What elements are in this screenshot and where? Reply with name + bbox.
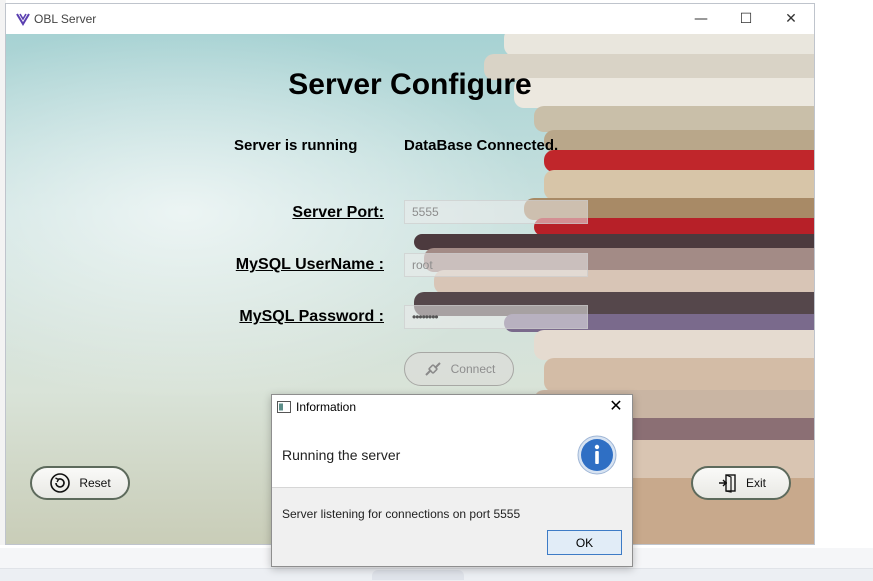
reset-button[interactable]: Reset xyxy=(30,466,130,500)
window-title: OBL Server xyxy=(34,12,97,26)
minimize-button[interactable]: — xyxy=(678,4,724,34)
close-button[interactable]: ✕ xyxy=(768,4,814,34)
server-port-input[interactable]: 5555 xyxy=(404,200,588,224)
mysql-password-input[interactable]: •••••••• xyxy=(404,305,588,329)
database-status-text: DataBase Connected. xyxy=(404,137,559,154)
dialog-header-text: Running the server xyxy=(282,447,401,463)
ok-button[interactable]: OK xyxy=(547,530,622,555)
page-title: Server Configure xyxy=(288,68,532,101)
mysql-username-label: MySQL UserName : xyxy=(235,256,384,273)
maximize-button[interactable]: ☐ xyxy=(723,4,769,34)
mysql-password-label: MySQL Password : xyxy=(239,308,384,325)
dialog-close-button[interactable]: ✕ xyxy=(606,397,626,417)
dialog-title-bar[interactable]: Information ✕ xyxy=(272,395,632,420)
title-bar[interactable]: OBL Server — ☐ ✕ xyxy=(6,4,814,34)
server-status-text: Server is running xyxy=(234,137,358,154)
exit-door-icon xyxy=(718,474,736,493)
window-icon xyxy=(277,401,291,413)
plug-icon xyxy=(424,362,441,376)
taskbar-item[interactable] xyxy=(372,570,464,580)
connect-label: Connect xyxy=(450,362,496,376)
exit-label: Exit xyxy=(745,476,766,490)
dialog-header-area: Running the server xyxy=(272,420,632,488)
server-port-label: Server Port: xyxy=(292,204,384,221)
connect-button[interactable]: Connect xyxy=(404,352,514,386)
exit-button[interactable]: Exit xyxy=(691,466,791,500)
reset-icon xyxy=(50,473,71,493)
app-logo-icon xyxy=(16,13,30,26)
dialog-message: Server listening for connections on port… xyxy=(282,507,521,521)
dialog-title: Information xyxy=(296,400,357,414)
reset-label: Reset xyxy=(79,476,111,490)
information-dialog: Information ✕ Running the server Server … xyxy=(271,394,633,567)
info-icon xyxy=(577,435,617,475)
mysql-username-input[interactable]: root xyxy=(404,253,588,277)
